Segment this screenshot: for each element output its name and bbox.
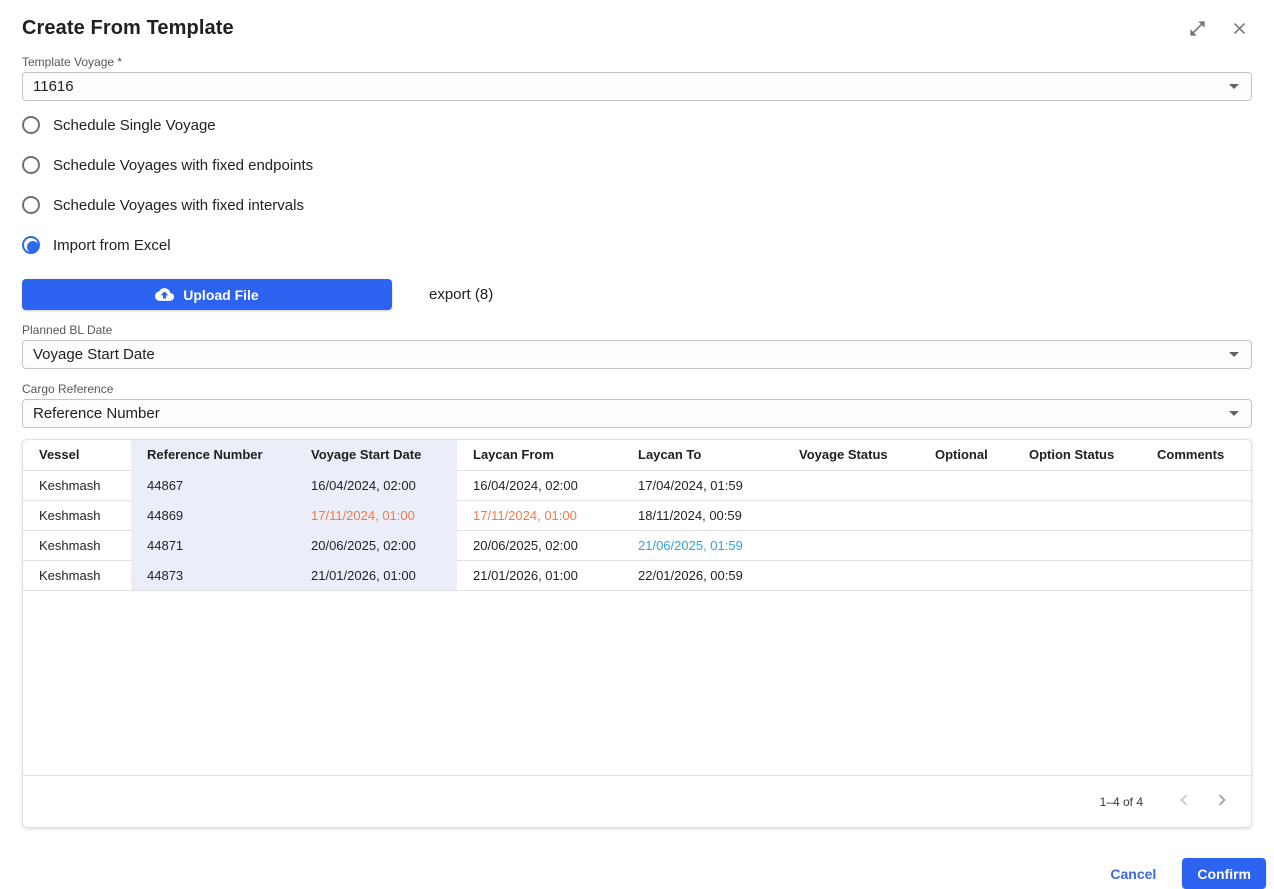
cell-voyage-start-date: 20/06/2025, 02:00 <box>295 530 457 560</box>
radio-label: Schedule Single Voyage <box>53 117 216 134</box>
dialog-actions: Cancel Confirm <box>22 858 1266 889</box>
cell-voyage-status <box>783 560 919 590</box>
cell-laycan-from: 20/06/2025, 02:00 <box>457 530 622 560</box>
planned-bl-date-value: Voyage Start Date <box>33 346 1229 363</box>
cell-optional <box>919 500 1013 530</box>
cell-voyage-status <box>783 500 919 530</box>
confirm-button[interactable]: Confirm <box>1182 858 1266 889</box>
cell-laycan-to: 18/11/2024, 00:59 <box>622 500 783 530</box>
cell-vessel: Keshmash <box>23 500 131 530</box>
cell-reference-number: 44871 <box>131 530 295 560</box>
table-row[interactable]: Keshmash 44873 21/01/2026, 01:00 21/01/2… <box>23 560 1252 590</box>
column-header-comments[interactable]: Comments <box>1141 440 1252 470</box>
open-in-full-icon <box>1188 19 1207 38</box>
cell-optional <box>919 530 1013 560</box>
chevron-down-icon <box>1229 84 1239 89</box>
column-header-vessel[interactable]: Vessel <box>23 440 131 470</box>
cell-vessel: Keshmash <box>23 560 131 590</box>
cell-comments <box>1141 560 1252 590</box>
dialog-title: Create From Template <box>22 17 1184 40</box>
voyages-data-grid: Vessel Reference Number Voyage Start Dat… <box>22 439 1252 828</box>
expand-dialog-button[interactable] <box>1184 16 1210 42</box>
cell-laycan-to: 22/01/2026, 00:59 <box>622 560 783 590</box>
radio-unselected-icon <box>22 156 40 174</box>
radio-label: Import from Excel <box>53 237 171 254</box>
cancel-button[interactable]: Cancel <box>1102 860 1164 888</box>
cell-comments <box>1141 500 1252 530</box>
cell-option-status <box>1013 470 1141 500</box>
cell-option-status <box>1013 500 1141 530</box>
cargo-reference-select[interactable]: Reference Number <box>22 399 1252 428</box>
upload-row: Upload File export (8) <box>22 279 1252 310</box>
cell-vessel: Keshmash <box>23 530 131 560</box>
cell-voyage-start-date: 16/04/2024, 02:00 <box>295 470 457 500</box>
export-file-text: export (8) <box>429 286 493 303</box>
column-header-optional[interactable]: Optional <box>919 440 1013 470</box>
cell-optional <box>919 560 1013 590</box>
column-header-laycan-to[interactable]: Laycan To <box>622 440 783 470</box>
grid-empty-area <box>23 591 1251 776</box>
radio-schedule-single-voyage[interactable]: Schedule Single Voyage <box>22 115 1252 135</box>
close-icon <box>1230 19 1249 38</box>
cargo-reference-value: Reference Number <box>33 405 1229 422</box>
cell-voyage-status <box>783 470 919 500</box>
planned-bl-date-label: Planned BL Date <box>22 323 1252 337</box>
column-header-option-status[interactable]: Option Status <box>1013 440 1141 470</box>
cell-vessel: Keshmash <box>23 470 131 500</box>
upload-file-label: Upload File <box>183 287 258 303</box>
cell-comments <box>1141 470 1252 500</box>
radio-label: Schedule Voyages with fixed intervals <box>53 197 304 214</box>
template-voyage-value: 11616 <box>33 78 1229 95</box>
radio-selected-icon <box>22 236 40 254</box>
chevron-right-icon <box>1211 789 1233 814</box>
cell-laycan-from: 21/01/2026, 01:00 <box>457 560 622 590</box>
table-row[interactable]: Keshmash 44869 17/11/2024, 01:00 17/11/2… <box>23 500 1252 530</box>
chevron-left-icon <box>1173 789 1195 814</box>
table-header-row: Vessel Reference Number Voyage Start Dat… <box>23 440 1252 470</box>
cell-comments <box>1141 530 1252 560</box>
cell-reference-number: 44873 <box>131 560 295 590</box>
previous-page-button[interactable] <box>1169 787 1199 817</box>
column-header-laycan-from[interactable]: Laycan From <box>457 440 622 470</box>
cell-voyage-status <box>783 530 919 560</box>
cell-voyage-start-date: 21/01/2026, 01:00 <box>295 560 457 590</box>
column-header-reference-number[interactable]: Reference Number <box>131 440 295 470</box>
cloud-upload-icon <box>155 285 174 304</box>
radio-unselected-icon <box>22 196 40 214</box>
table-row[interactable]: Keshmash 44871 20/06/2025, 02:00 20/06/2… <box>23 530 1252 560</box>
chevron-down-icon <box>1229 411 1239 416</box>
column-header-voyage-start-date[interactable]: Voyage Start Date <box>295 440 457 470</box>
close-dialog-button[interactable] <box>1226 16 1252 42</box>
dialog-header: Create From Template <box>22 0 1252 42</box>
cell-reference-number: 44869 <box>131 500 295 530</box>
chevron-down-icon <box>1229 352 1239 357</box>
upload-file-button[interactable]: Upload File <box>22 279 392 310</box>
template-voyage-label: Template Voyage * <box>22 55 1252 69</box>
cell-optional <box>919 470 1013 500</box>
cell-option-status <box>1013 530 1141 560</box>
radio-schedule-fixed-endpoints[interactable]: Schedule Voyages with fixed endpoints <box>22 155 1252 175</box>
voyages-table: Vessel Reference Number Voyage Start Dat… <box>23 440 1252 591</box>
planned-bl-date-select[interactable]: Voyage Start Date <box>22 340 1252 369</box>
cell-voyage-start-date: 17/11/2024, 01:00 <box>295 500 457 530</box>
radio-label: Schedule Voyages with fixed endpoints <box>53 157 313 174</box>
radio-import-from-excel[interactable]: Import from Excel <box>22 235 1252 255</box>
radio-unselected-icon <box>22 116 40 134</box>
create-from-template-dialog: Create From Template Template Voyage * 1… <box>0 0 1274 886</box>
cell-reference-number: 44867 <box>131 470 295 500</box>
cell-laycan-to: 21/06/2025, 01:59 <box>622 530 783 560</box>
radio-schedule-fixed-intervals[interactable]: Schedule Voyages with fixed intervals <box>22 195 1252 215</box>
cell-laycan-from: 16/04/2024, 02:00 <box>457 470 622 500</box>
grid-pagination: 1–4 of 4 <box>23 775 1251 827</box>
cell-laycan-to: 17/04/2024, 01:59 <box>622 470 783 500</box>
template-voyage-select[interactable]: 11616 <box>22 72 1252 101</box>
schedule-mode-radio-group: Schedule Single Voyage Schedule Voyages … <box>22 115 1252 255</box>
next-page-button[interactable] <box>1207 787 1237 817</box>
table-row[interactable]: Keshmash 44867 16/04/2024, 02:00 16/04/2… <box>23 470 1252 500</box>
cell-laycan-from: 17/11/2024, 01:00 <box>457 500 622 530</box>
pagination-range-label: 1–4 of 4 <box>1100 795 1143 809</box>
cargo-reference-label: Cargo Reference <box>22 382 1252 396</box>
column-header-voyage-status[interactable]: Voyage Status <box>783 440 919 470</box>
cell-option-status <box>1013 560 1141 590</box>
